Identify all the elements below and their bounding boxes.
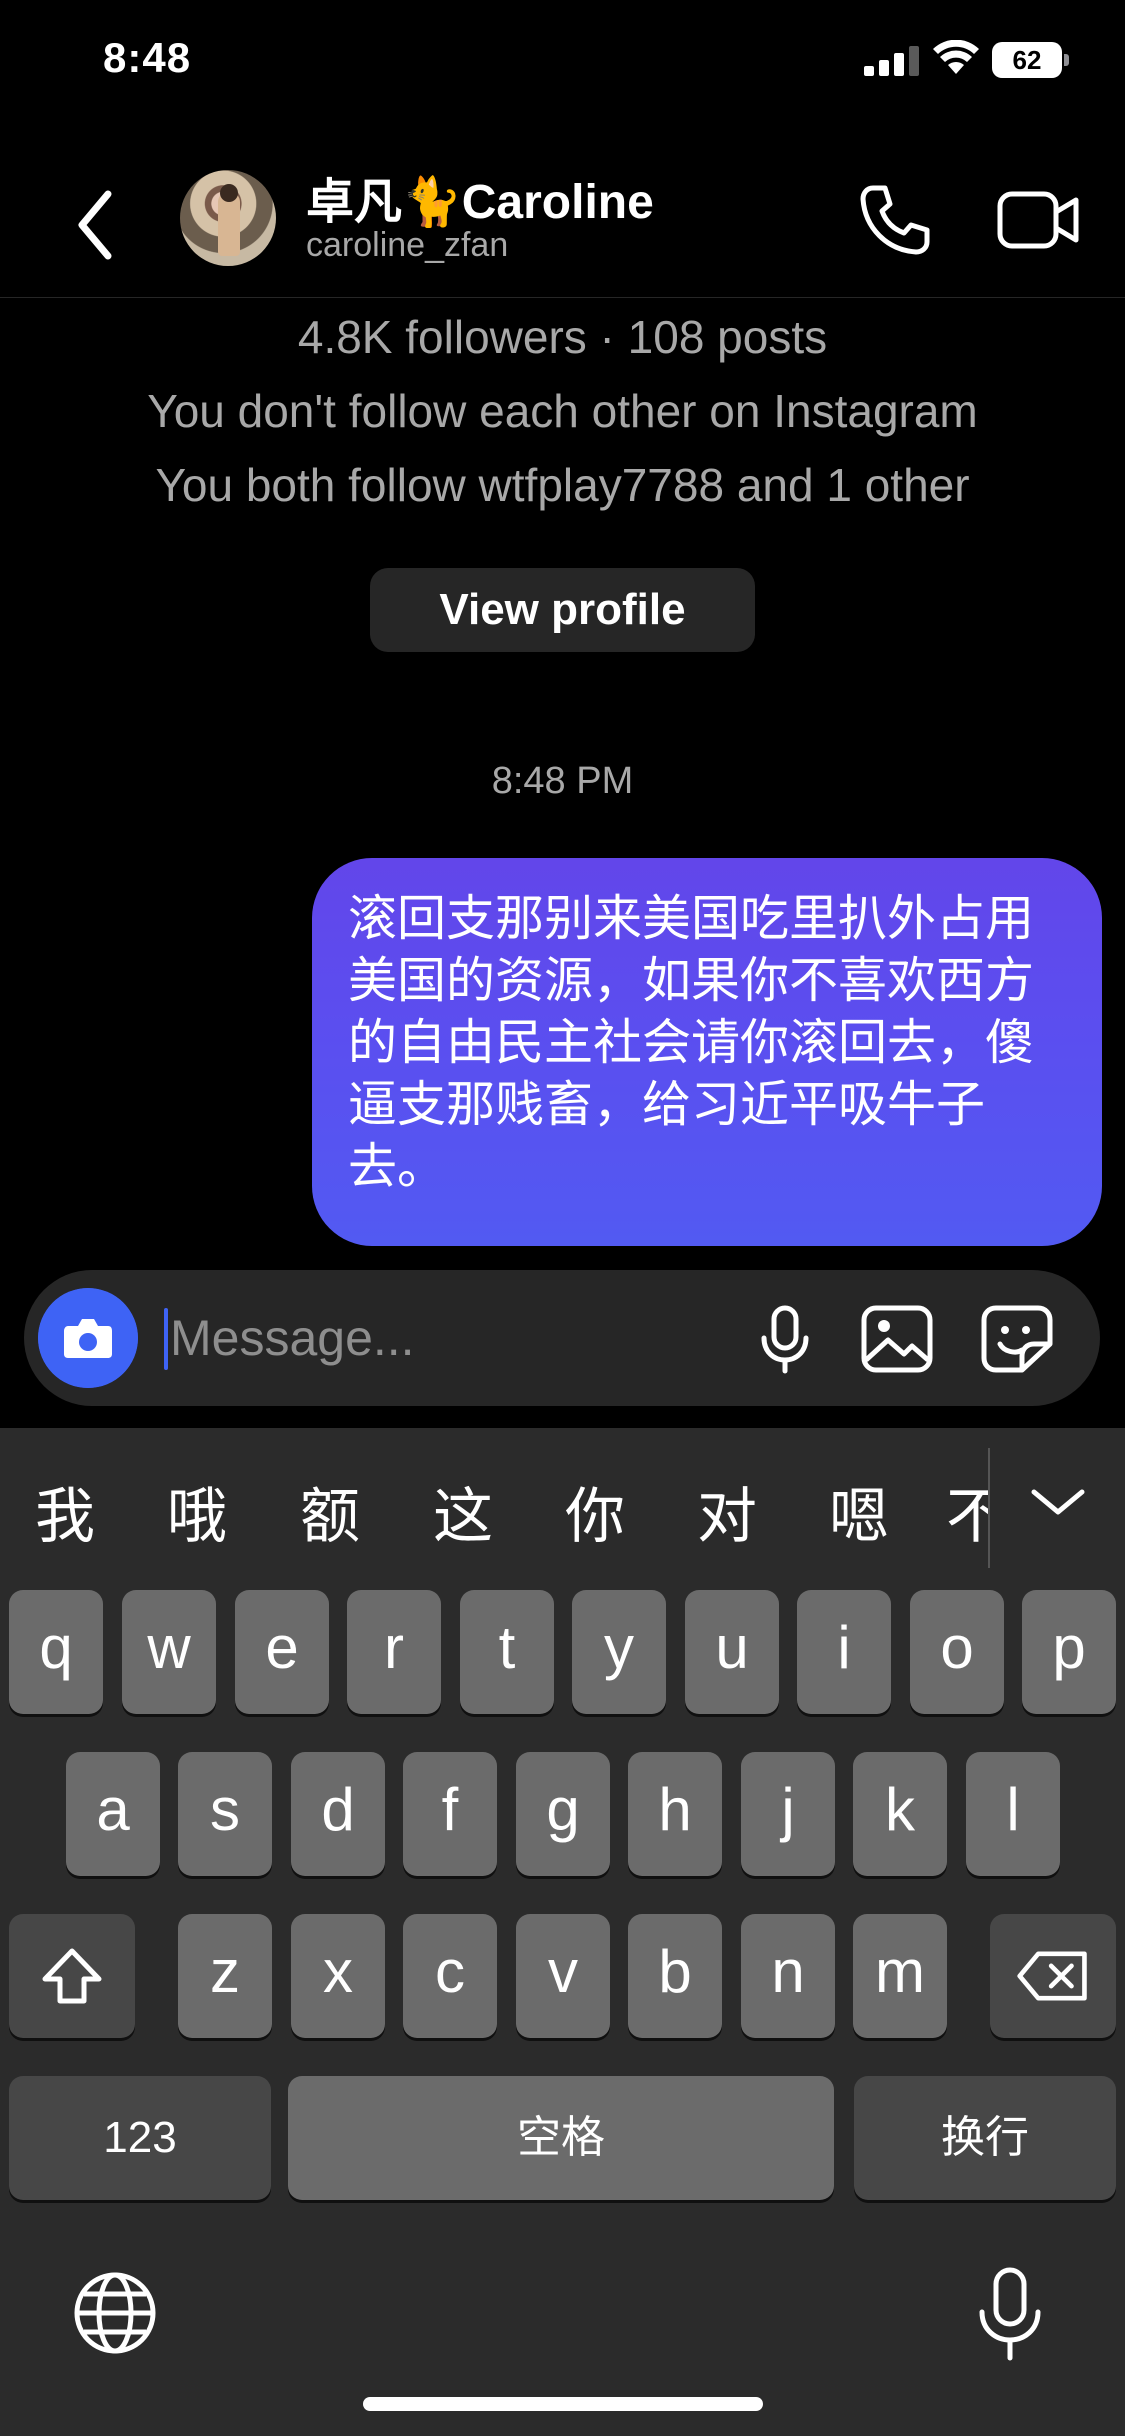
- mutual-followers: You both follow wtfplay7788 and 1 other: [155, 459, 970, 511]
- cellular-signal-icon: [864, 46, 919, 76]
- key-x[interactable]: x: [291, 1914, 385, 2038]
- key-i[interactable]: i: [797, 1590, 891, 1714]
- chat-header: 卓凡🐈Caroline caroline_zfan: [0, 150, 1125, 298]
- key-s[interactable]: s: [178, 1752, 272, 1876]
- key-c[interactable]: c: [403, 1914, 497, 2038]
- message-input[interactable]: [170, 1300, 720, 1376]
- battery-nub: [1064, 54, 1069, 66]
- candidate[interactable]: 额: [285, 1468, 375, 1555]
- candidate[interactable]: 对: [682, 1468, 772, 1555]
- candidate-divider: [988, 1448, 990, 1568]
- sent-message-bubble[interactable]: 滚回支那别来美国吃里扒外占用美国的资源，如果你不喜欢西方的自由民主社会请你滚回去…: [312, 858, 1102, 1246]
- key-z[interactable]: z: [178, 1914, 272, 2038]
- microphone-icon[interactable]: [750, 1304, 820, 1374]
- keyboard: 我 哦 额 这 你 对 嗯 不 q w e r t y u i o p a s …: [0, 1428, 1125, 2436]
- key-r[interactable]: r: [347, 1590, 441, 1714]
- key-j[interactable]: j: [741, 1752, 835, 1876]
- avatar-head: [220, 184, 238, 202]
- candidate[interactable]: 不: [946, 1468, 988, 1555]
- profile-info: 4.8K followers · 108 posts You don't fol…: [0, 300, 1125, 522]
- follow-status: You don't follow each other on Instagram: [147, 385, 978, 437]
- chevron-down-icon[interactable]: [1018, 1468, 1098, 1538]
- key-q[interactable]: q: [9, 1590, 103, 1714]
- key-k[interactable]: k: [853, 1752, 947, 1876]
- battery-icon: 62: [992, 42, 1070, 78]
- contact-name[interactable]: 卓凡🐈Caroline: [306, 162, 654, 232]
- dictation-microphone-icon[interactable]: [970, 2266, 1050, 2362]
- candidate-bar: 我 哦 额 这 你 对 嗯 不: [0, 1428, 1125, 1578]
- key-o[interactable]: o: [910, 1590, 1004, 1714]
- message-composer: [24, 1270, 1100, 1406]
- candidate[interactable]: 我: [20, 1468, 110, 1555]
- key-u[interactable]: u: [685, 1590, 779, 1714]
- battery-level: 62: [1012, 45, 1042, 75]
- message-text: 滚回支那别来美国吃里扒外占用美国的资源，如果你不喜欢西方的自由民主社会请你滚回去…: [348, 890, 1035, 1195]
- status-bar: 8:48 62: [0, 0, 1125, 120]
- sticker-icon[interactable]: [980, 1304, 1054, 1374]
- key-w[interactable]: w: [122, 1590, 216, 1714]
- text-caret: [164, 1308, 168, 1370]
- shift-icon: [42, 1948, 102, 2004]
- key-n[interactable]: n: [741, 1914, 835, 2038]
- key-d[interactable]: d: [291, 1752, 385, 1876]
- message-timestamp: 8:48 PM: [491, 760, 634, 802]
- wifi-icon: [933, 40, 979, 74]
- key-t[interactable]: t: [460, 1590, 554, 1714]
- numbers-key[interactable]: 123: [9, 2076, 271, 2200]
- camera-icon[interactable]: [38, 1288, 138, 1388]
- backspace-key[interactable]: [990, 1914, 1116, 2038]
- video-camera-icon[interactable]: [996, 180, 1082, 260]
- status-time: 8:48: [103, 34, 192, 81]
- key-b[interactable]: b: [628, 1914, 722, 2038]
- candidate[interactable]: 你: [550, 1468, 640, 1555]
- key-h[interactable]: h: [628, 1752, 722, 1876]
- view-profile-button[interactable]: View profile: [370, 568, 755, 652]
- phone-icon[interactable]: [855, 180, 935, 260]
- shift-key[interactable]: [9, 1914, 135, 2038]
- key-m[interactable]: m: [853, 1914, 947, 2038]
- key-e[interactable]: e: [235, 1590, 329, 1714]
- backspace-icon: [1017, 1951, 1087, 2001]
- key-f[interactable]: f: [403, 1752, 497, 1876]
- key-v[interactable]: v: [516, 1914, 610, 2038]
- key-p[interactable]: p: [1022, 1590, 1116, 1714]
- key-y[interactable]: y: [572, 1590, 666, 1714]
- space-key[interactable]: 空格: [288, 2076, 834, 2200]
- contact-username[interactable]: caroline_zfan: [306, 226, 508, 265]
- home-indicator[interactable]: [363, 2397, 763, 2411]
- candidate[interactable]: 嗯: [814, 1468, 904, 1555]
- return-key[interactable]: 换行: [854, 2076, 1116, 2200]
- avatar[interactable]: [180, 170, 276, 266]
- key-g[interactable]: g: [516, 1752, 610, 1876]
- key-l[interactable]: l: [966, 1752, 1060, 1876]
- profile-stats: 4.8K followers · 108 posts: [297, 311, 828, 363]
- key-a[interactable]: a: [66, 1752, 160, 1876]
- candidate[interactable]: 这: [418, 1468, 508, 1555]
- candidate[interactable]: 哦: [152, 1468, 242, 1555]
- back-chevron-icon[interactable]: [60, 180, 130, 270]
- gallery-icon[interactable]: [860, 1304, 934, 1374]
- globe-icon[interactable]: [70, 2268, 160, 2358]
